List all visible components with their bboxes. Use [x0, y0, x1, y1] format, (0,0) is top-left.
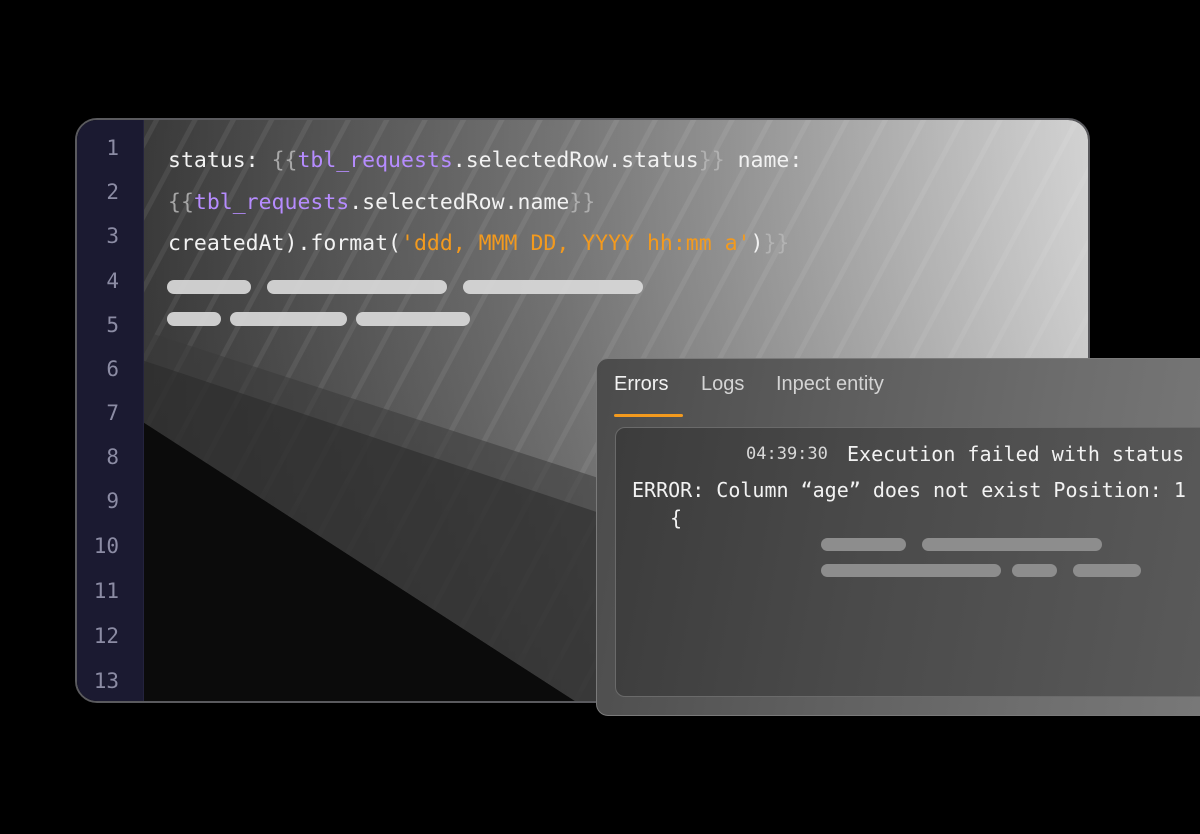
- line-number: 6: [106, 357, 119, 381]
- log-timestamp: 04:39:30: [746, 444, 828, 464]
- line-number-gutter: 1 2 3 4 5 6 7 8 9 10 11 12 13: [77, 120, 144, 701]
- line-number: 4: [106, 269, 119, 293]
- code-key: name:: [724, 148, 803, 173]
- code-placeholder-bar: [167, 312, 221, 326]
- line-number: 9: [106, 489, 119, 513]
- code-placeholder-bar: [267, 280, 447, 294]
- code-property: .selectedRow.status: [452, 148, 699, 173]
- code-line-2[interactable]: {{tbl_requests.selectedRow.name}}: [168, 190, 595, 215]
- log-placeholder-bar: [821, 564, 1001, 577]
- console-output[interactable]: 04:39:30 Execution failed with status ER…: [615, 427, 1200, 697]
- code-placeholder-bar: [463, 280, 643, 294]
- log-placeholder-bar: [821, 538, 906, 551]
- code-paren: ): [750, 231, 764, 256]
- line-number: 1: [106, 136, 119, 160]
- template-brace-close: }}: [698, 148, 725, 173]
- tab-errors[interactable]: Errors: [614, 373, 668, 396]
- template-brace-open: {{: [271, 148, 298, 173]
- log-placeholder-bar: [922, 538, 1102, 551]
- code-variable: tbl_requests: [297, 148, 453, 173]
- code-placeholder-bar: [356, 312, 470, 326]
- line-number: 13: [93, 669, 119, 693]
- tab-logs[interactable]: Logs: [701, 373, 744, 396]
- template-brace-close: }}: [763, 231, 790, 256]
- code-placeholder-bar: [230, 312, 347, 326]
- code-variable: tbl_requests: [193, 190, 350, 215]
- code-line-1[interactable]: status: {{tbl_requests.selectedRow.statu…: [168, 148, 802, 173]
- line-number: 10: [93, 534, 119, 558]
- code-property: .selectedRow.name: [349, 190, 570, 215]
- code-placeholder-bar: [167, 280, 251, 294]
- log-json-brace: {: [670, 506, 683, 530]
- line-number: 5: [106, 313, 119, 337]
- log-placeholder-bar: [1073, 564, 1141, 577]
- code-key: status:: [168, 148, 272, 173]
- template-brace-close: }}: [569, 190, 596, 215]
- line-number: 7: [106, 401, 119, 425]
- log-message: Execution failed with status: [847, 442, 1185, 466]
- code-call: createdAt).format(: [168, 231, 401, 256]
- active-tab-indicator: [614, 414, 683, 417]
- console-tabs: Errors Logs Inpect entity: [597, 359, 1200, 419]
- code-string: 'ddd, MMM DD, YYYY hh:mm a': [401, 231, 751, 256]
- tab-inspect-entity[interactable]: Inpect entity: [776, 373, 884, 396]
- debug-console-panel: Errors Logs Inpect entity 04:39:30 Execu…: [596, 358, 1200, 716]
- log-error-text: ERROR: Column “age” does not exist Posit…: [632, 478, 1186, 502]
- line-number: 3: [106, 224, 119, 248]
- log-placeholder-bar: [1012, 564, 1057, 577]
- template-brace-open: {{: [168, 190, 194, 215]
- line-number: 8: [106, 445, 119, 469]
- line-number: 11: [93, 579, 119, 603]
- stage: 1 2 3 4 5 6 7 8 9 10 11 12 13 status: {{…: [0, 0, 1200, 834]
- code-line-3[interactable]: createdAt).format('ddd, MMM DD, YYYY hh:…: [168, 231, 789, 256]
- line-number: 2: [106, 180, 119, 204]
- line-number: 12: [93, 624, 119, 648]
